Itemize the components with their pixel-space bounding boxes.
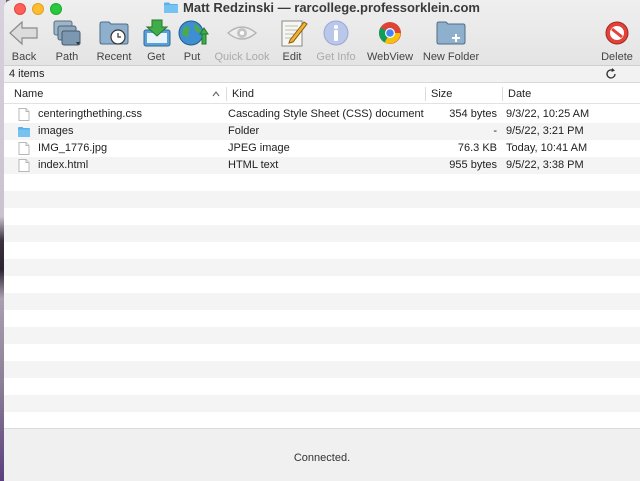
window-title: Matt Redzinski — rarcollege.professorkle… (4, 0, 640, 16)
column-name-label: Name (14, 88, 44, 100)
quick-look-label: Quick Look (214, 51, 270, 63)
back-label: Back (11, 51, 37, 63)
back-button[interactable]: Back (6, 18, 42, 64)
file-size: 955 bytes (449, 159, 497, 171)
file-date: 9/5/22, 3:21 PM (506, 125, 584, 137)
new-folder-label: New Folder (422, 51, 480, 63)
new-folder-button[interactable]: New Folder (422, 18, 480, 64)
recent-button[interactable]: Recent (94, 18, 134, 64)
file-date: 9/3/22, 10:25 AM (506, 108, 590, 120)
ftp-browser-window: Matt Redzinski — rarcollege.professorkle… (4, 0, 640, 481)
connection-status: Connected. (293, 452, 351, 464)
close-window-button[interactable] (14, 3, 26, 15)
recent-label: Recent (96, 51, 132, 63)
refresh-icon[interactable] (604, 67, 618, 81)
file-name: IMG_1776.jpg (38, 142, 108, 154)
edit-label: Edit (282, 51, 302, 63)
empty-row (4, 378, 640, 395)
document-icon (18, 142, 30, 155)
file-row[interactable]: centeringthething.css Cascading Style She… (4, 106, 640, 123)
file-size: 76.3 KB (457, 142, 497, 154)
column-header: Name Kind Size Date (4, 84, 640, 104)
file-list: centeringthething.css Cascading Style She… (4, 106, 640, 428)
empty-row (4, 361, 640, 378)
empty-row (4, 242, 640, 259)
put-label: Put (183, 51, 201, 63)
get-label: Get (147, 51, 165, 63)
delete-no-entry-icon (605, 21, 629, 45)
get-button[interactable]: Get (140, 18, 172, 64)
minimize-window-button[interactable] (32, 3, 44, 15)
webview-label: WebView (366, 51, 414, 63)
webview-button[interactable]: WebView (366, 18, 414, 64)
quick-look-button[interactable]: Quick Look (214, 18, 270, 64)
empty-row (4, 191, 640, 208)
empty-row (4, 259, 640, 276)
document-icon (18, 159, 30, 172)
get-info-button[interactable]: Get Info (314, 18, 358, 64)
folder-icon (164, 2, 179, 13)
file-size: - (493, 125, 497, 137)
empty-row (4, 174, 640, 191)
back-arrow-icon (9, 20, 38, 46)
get-info-label: Get Info (316, 51, 356, 63)
empty-row (4, 225, 640, 242)
file-size: 354 bytes (449, 108, 497, 120)
file-kind: HTML text (228, 159, 279, 171)
column-kind-label: Kind (232, 88, 255, 100)
file-name: index.html (38, 159, 89, 171)
column-size-label: Size (431, 88, 453, 100)
chrome-browser-icon (379, 22, 401, 44)
empty-row (4, 276, 640, 293)
path-label: Path (55, 51, 79, 63)
file-kind: Cascading Style Sheet (CSS) document (228, 108, 424, 120)
file-date: 9/5/22, 3:38 PM (506, 159, 584, 171)
path-folders-icon (53, 20, 81, 46)
info-icon (323, 20, 349, 46)
empty-row (4, 327, 640, 344)
upload-globe-icon (178, 20, 209, 46)
download-icon (143, 19, 171, 47)
empty-row (4, 208, 640, 225)
titlebar: Matt Redzinski — rarcollege.professorkle… (4, 0, 640, 66)
zoom-window-button[interactable] (50, 3, 62, 15)
delete-button[interactable]: Delete (598, 18, 636, 64)
file-kind: Folder (228, 125, 260, 137)
file-kind: JPEG image (228, 142, 290, 154)
toolbar: Back Path Recent Get Put Quick Look Edit… (4, 18, 640, 64)
file-name: images (38, 125, 74, 137)
window-title-text: Matt Redzinski — rarcollege.professorkle… (183, 0, 480, 15)
path-button[interactable]: Path (48, 18, 86, 64)
file-name: centeringthething.css (38, 108, 142, 120)
put-button[interactable]: Put (176, 18, 209, 64)
column-header-kind[interactable]: Kind (226, 84, 424, 104)
item-count-bar: 4 items (4, 66, 640, 83)
window-controls (14, 3, 62, 15)
eye-icon (226, 26, 258, 40)
file-date: Today, 10:41 AM (506, 142, 588, 154)
empty-row (4, 293, 640, 310)
empty-row (4, 344, 640, 361)
edit-pencil-icon (281, 20, 308, 47)
folder-icon (18, 127, 30, 137)
column-header-name[interactable]: Name (8, 84, 224, 104)
file-row[interactable]: IMG_1776.jpg JPEG image 76.3 KB Today, 10:4… (4, 140, 640, 157)
status-footer: Connected. (4, 428, 640, 481)
edit-button[interactable]: Edit (276, 18, 308, 64)
empty-row (4, 310, 640, 327)
document-icon (18, 108, 30, 121)
file-row[interactable]: images Folder -9/5/22, 3:21 PM (4, 123, 640, 140)
delete-label: Delete (601, 51, 633, 63)
column-header-size[interactable]: Size (425, 84, 501, 104)
empty-row (4, 395, 640, 412)
empty-row (4, 412, 640, 429)
sort-ascending-chevron-icon[interactable] (212, 91, 220, 97)
column-date-label: Date (508, 88, 532, 100)
column-header-date[interactable]: Date (502, 84, 640, 104)
recent-folder-clock-icon (99, 21, 129, 45)
new-folder-icon (436, 21, 466, 45)
file-row[interactable]: index.html HTML text 955 bytes 9/5/22, 3:38… (4, 157, 640, 174)
item-count: 4 items (9, 68, 45, 80)
